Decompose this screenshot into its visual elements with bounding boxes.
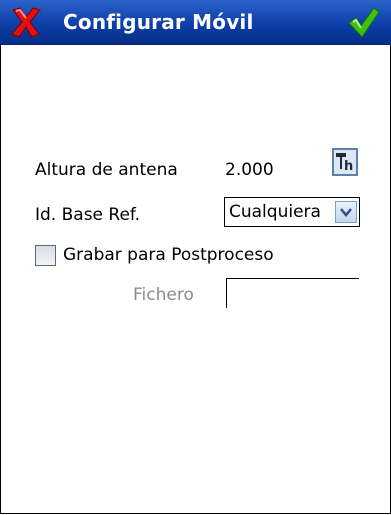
cancel-icon[interactable]	[8, 4, 44, 40]
postprocess-label: Grabar para Postproceso	[63, 245, 274, 265]
base-id-selected-value: Cualquiera	[229, 202, 321, 222]
file-input[interactable]	[226, 278, 359, 308]
svg-text:h: h	[344, 159, 353, 174]
ok-check-icon[interactable]	[345, 4, 381, 40]
antenna-height-button[interactable]: h	[332, 148, 358, 176]
title-bar: Configurar Móvil	[0, 0, 391, 45]
antenna-height-icon: h	[336, 153, 353, 174]
antenna-height-label: Altura de antena	[35, 160, 178, 180]
base-id-select[interactable]: Cualquiera	[224, 197, 360, 227]
base-id-label: Id. Base Ref.	[35, 205, 141, 225]
file-label: Fichero	[133, 285, 194, 305]
antenna-height-value: 2.000	[225, 160, 274, 180]
postprocess-checkbox[interactable]	[35, 245, 56, 266]
window-title: Configurar Móvil	[63, 10, 254, 34]
chevron-down-icon	[340, 208, 352, 217]
base-id-dropdown-button[interactable]	[335, 201, 357, 223]
